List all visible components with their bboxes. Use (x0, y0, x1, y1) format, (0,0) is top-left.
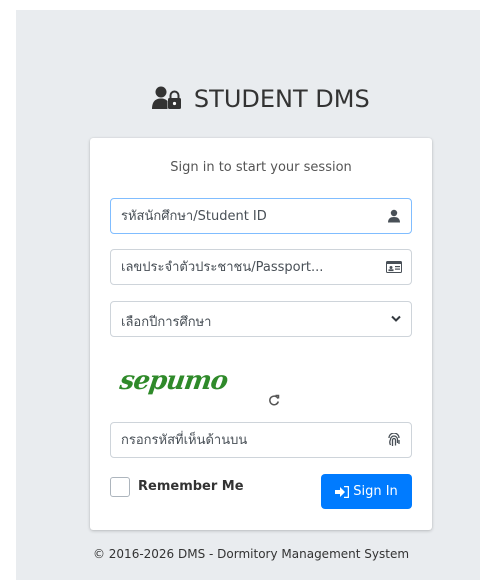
sign-in-button[interactable]: Sign In (321, 474, 412, 509)
captcha-input[interactable] (121, 423, 361, 457)
id-card-icon (386, 261, 402, 273)
chevron-down-icon (391, 315, 401, 322)
brand-header: STUDENT DMS (90, 85, 432, 113)
footer-copyright: © 2016-2026 DMS - Dormitory Management S… (92, 547, 410, 561)
brand-title: STUDENT DMS (193, 85, 370, 113)
sign-in-icon (335, 485, 350, 498)
student-id-input[interactable] (121, 199, 361, 233)
citizen-id-input[interactable] (121, 250, 361, 284)
citizen-id-field[interactable] (110, 249, 412, 285)
sign-in-label: Sign In (353, 484, 398, 499)
fingerprint-icon (388, 433, 400, 446)
captcha-image: sepumo (117, 366, 230, 396)
academic-year-select[interactable]: เลือกปีการศึกษา (110, 301, 412, 337)
user-icon (388, 209, 400, 223)
remember-checkbox[interactable] (110, 477, 130, 497)
refresh-captcha-icon[interactable] (268, 394, 280, 406)
login-message: Sign in to start your session (170, 160, 352, 175)
captcha-field[interactable] (110, 422, 412, 458)
user-lock-icon (152, 86, 182, 109)
academic-year-value: เลือกปีการศึกษา (121, 315, 212, 330)
remember-label[interactable]: Remember Me (138, 479, 244, 494)
login-card: Sign in to start your session เลือกปีการ… (90, 138, 432, 530)
student-id-field[interactable] (110, 198, 412, 234)
